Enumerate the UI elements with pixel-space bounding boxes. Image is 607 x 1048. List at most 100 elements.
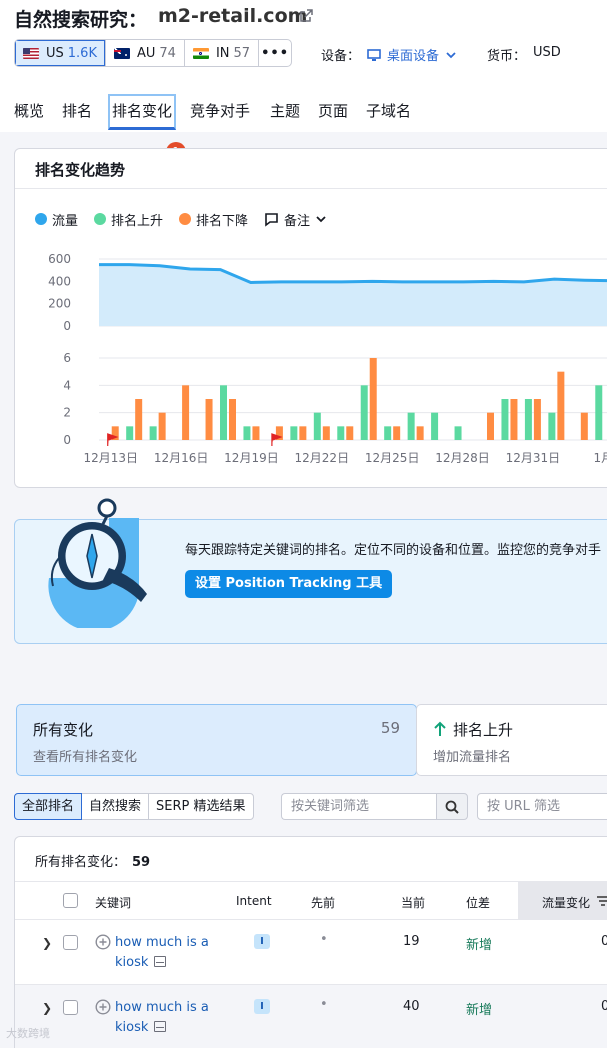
page-title: 自然搜索研究： — [14, 9, 148, 31]
y-tick-label: 200 — [48, 297, 71, 311]
row-checkbox[interactable] — [63, 935, 78, 950]
filter-all-positions[interactable]: 全部排名 — [14, 793, 83, 820]
x-tick-label: 12月16日 — [154, 451, 209, 465]
row-checkbox[interactable] — [63, 1000, 78, 1015]
device-dropdown[interactable]: 桌面设备 — [367, 45, 457, 64]
arrow-up-icon — [434, 721, 446, 736]
bar-rank-up — [220, 385, 227, 440]
more-databases-button[interactable]: ••• — [259, 40, 291, 66]
us-flag-icon — [23, 47, 39, 59]
bar-rank-up — [290, 426, 298, 440]
header-intent[interactable]: Intent — [236, 894, 272, 908]
bar-rank-up — [595, 385, 603, 440]
tab-competitors[interactable]: 竞争对手 — [190, 98, 250, 128]
current-position: 40 — [403, 999, 420, 1014]
keyword-link[interactable]: how much is a kiosk — [115, 933, 225, 973]
database-count: 74 — [159, 45, 176, 61]
tab-positions[interactable]: 排名 — [62, 98, 92, 128]
header-keyword[interactable]: 关键词 — [95, 894, 131, 911]
tab-subdomains[interactable]: 子域名 — [366, 98, 411, 128]
domain-link[interactable]: m2-retail.com — [158, 5, 307, 27]
legend-rank-down[interactable]: 排名下降 — [179, 210, 248, 229]
database-selector: US 1.6K AU 74 IN 57 ••• — [14, 39, 293, 67]
divider — [15, 188, 607, 189]
expand-row-icon[interactable]: ❯ — [42, 1001, 52, 1015]
legend-label: 流量 — [52, 213, 79, 229]
filter-organic[interactable]: 自然搜索 — [81, 793, 150, 820]
summary-count: 59 — [380, 719, 400, 737]
header-difference[interactable]: 位差 — [466, 894, 490, 911]
bar-rank-down — [135, 399, 143, 440]
table-header: 关键词 Intent 先前 当前 位差 流量变化 — [15, 881, 607, 920]
position-tracking-promo: 每天跟踪特定关键词的排名。定位不同的设备和位置。监控您的竞争对手 设置 Posi… — [14, 498, 607, 644]
bar-rank-up — [501, 399, 509, 440]
desktop-icon — [367, 48, 381, 61]
table-count-label: 所有排名变化： — [35, 855, 127, 870]
legend-dot — [179, 213, 192, 225]
rank-up-summary[interactable]: 排名上升 增加流量排名 — [416, 704, 607, 776]
notes-dropdown[interactable]: 备注 — [264, 210, 327, 229]
position-type-filter: 全部排名 自然搜索 SERP 精选结果 — [14, 793, 254, 820]
keyword-search-button[interactable] — [436, 793, 468, 820]
header-traffic-change[interactable]: 流量变化 — [542, 894, 590, 911]
legend-rank-up[interactable]: 排名上升 — [94, 210, 163, 229]
y-tick-label: 0 — [63, 433, 71, 447]
sort-icon[interactable] — [597, 896, 607, 906]
tab-overview[interactable]: 概览 — [14, 98, 44, 128]
database-us-button[interactable]: US 1.6K — [15, 40, 106, 66]
database-au-button[interactable]: AU 74 — [106, 40, 185, 66]
bar-rank-up — [243, 426, 251, 440]
serp-page-icon[interactable] — [154, 1021, 167, 1032]
database-code: IN — [215, 45, 230, 61]
bar-rank-down — [299, 426, 307, 440]
select-all-checkbox[interactable] — [63, 893, 78, 908]
chevron-down-icon — [316, 216, 326, 223]
x-tick-label: 12月13日 — [83, 451, 138, 465]
x-tick-label: 12月28日 — [435, 451, 490, 465]
filter-serp-features[interactable]: SERP 精选结果 — [148, 793, 254, 820]
device-value: 桌面设备 — [387, 49, 440, 64]
keyword-filter-input[interactable]: 按关键词筛选 — [281, 793, 437, 820]
bar-rank-down — [393, 426, 401, 440]
search-icon — [445, 800, 459, 814]
table-row: ❯ how much is a kiosk I • 19 新增 0 — [15, 920, 607, 985]
x-tick-label: 12月19日 — [224, 451, 279, 465]
header-current[interactable]: 当前 — [401, 894, 425, 911]
intent-badge: I — [254, 999, 270, 1014]
bar-rank-down — [158, 412, 166, 440]
currency-label: 货币： — [487, 49, 527, 64]
chevron-down-icon — [446, 51, 456, 58]
y-tick-label: 600 — [48, 252, 71, 266]
bar-rank-up — [431, 412, 439, 440]
bar-rank-down — [416, 426, 424, 440]
bar-rank-down — [252, 426, 260, 440]
all-changes-summary[interactable]: 所有变化 查看所有排名变化 59 — [16, 704, 417, 776]
bar-rank-down — [510, 399, 518, 440]
bar-rank-down — [487, 412, 494, 440]
tab-pages[interactable]: 页面 — [318, 98, 348, 128]
header-previous[interactable]: 先前 — [311, 894, 335, 911]
tab-position-changes[interactable]: 排名变化 — [108, 94, 177, 130]
traffic-change: 0 — [601, 999, 607, 1014]
database-code: AU — [136, 45, 156, 61]
serp-page-icon[interactable] — [154, 956, 167, 967]
add-to-list-icon[interactable] — [95, 999, 111, 1015]
add-to-list-icon[interactable] — [95, 934, 111, 950]
tab-topics[interactable]: 主题 — [270, 98, 300, 128]
chart-legend: 流量 排名上升 排名下降 备注 — [35, 210, 343, 229]
bar-rank-down — [580, 412, 588, 440]
legend-label: 排名下降 — [196, 213, 249, 229]
database-in-button[interactable]: IN 57 — [185, 40, 260, 66]
bar-rank-up — [384, 426, 392, 440]
external-link-icon[interactable] — [298, 8, 314, 24]
keyword-link[interactable]: how much is a kiosk — [115, 998, 225, 1038]
currency-value[interactable]: USD — [533, 45, 561, 60]
setup-position-tracking-button[interactable]: 设置 Position Tracking 工具 — [185, 570, 393, 598]
bar-rank-up — [126, 426, 134, 440]
legend-traffic[interactable]: 流量 — [35, 210, 78, 229]
expand-row-icon[interactable]: ❯ — [42, 936, 52, 950]
url-filter-input[interactable]: 按 URL 筛选 — [477, 793, 607, 820]
y-tick-label: 400 — [48, 274, 71, 288]
position-changes-table: 所有排名变化： 59 关键词 Intent 先前 当前 位差 流量变化 ❯ how… — [14, 836, 607, 1048]
y-tick-label: 6 — [63, 351, 71, 365]
